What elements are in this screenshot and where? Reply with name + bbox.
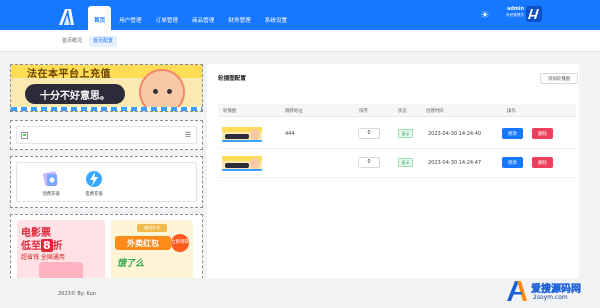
- broken-image-icon: [21, 132, 28, 139]
- row-created: 2023-04-30 14:24:47: [428, 160, 482, 166]
- avatar[interactable]: [526, 6, 542, 22]
- col-status: 状态: [398, 109, 407, 114]
- ticket-graphic: [39, 262, 83, 278]
- banner-line1: 法在本平台上充值: [27, 69, 111, 80]
- table-row: 444 0 显示 2023-04-30 14:24:40 修改 删除: [218, 120, 576, 149]
- takeout-badge[interactable]: 立即领取: [171, 234, 189, 252]
- takeout-chip: 美团外卖: [137, 224, 167, 232]
- movie-prefix: 低至: [21, 241, 41, 252]
- table-header: 轮播图 跳转地址 排序 状态 创建时间 操作: [218, 104, 576, 117]
- electricity-recharge-label: 电费充值: [85, 192, 103, 197]
- preview-banner[interactable]: 法在本平台上充值 十分不好意思。: [10, 64, 203, 112]
- carousel-thumbnail[interactable]: [222, 127, 262, 142]
- phone-recharge-label: 话费充值: [42, 192, 60, 197]
- sun-icon[interactable]: ☀: [479, 9, 491, 21]
- preview-quick-entries[interactable]: 话费充值 电费充值: [10, 156, 203, 208]
- user-info[interactable]: admin 系统管理员: [498, 7, 524, 18]
- home-preview: 法在本平台上充值 十分不好意思。 ☰ 话费充值 电费充值 电影票 低至 8 折 …: [10, 64, 203, 278]
- takeout-subtitle: 饿了么: [117, 259, 145, 269]
- footer-copyright: 2023© By: Kun: [58, 291, 96, 297]
- menu-icon[interactable]: ☰: [185, 131, 191, 139]
- edit-button[interactable]: 修改: [502, 128, 523, 139]
- main-nav: 首页 用户管理 订单管理 商品管理 财务管理 系统设置: [88, 0, 295, 34]
- watermark-line1: 爱搜源码网: [531, 284, 581, 295]
- banner-line2: 十分不好意思。: [25, 84, 125, 104]
- col-link: 跳转地址: [285, 109, 303, 114]
- tab-home-overview[interactable]: 首页概况: [58, 36, 86, 47]
- preview-ad-block[interactable]: 电影票 低至 8 折 超省钱 全国通用 美团外卖 外卖红包 立即领取 饿了么: [10, 214, 203, 278]
- col-actions: 操作: [507, 109, 516, 114]
- banner-stripe: [11, 107, 202, 111]
- sub-tabs-bar: 首页概况 首页配置: [0, 30, 600, 52]
- tab-home-config[interactable]: 首页配置: [89, 36, 118, 47]
- status-badge: 显示: [398, 129, 413, 138]
- watermark-line2: 2soym.com: [533, 294, 568, 301]
- carousel-config-panel: 轮播图配置 添加轮播图 轮播图 跳转地址 排序 状态 创建时间 操作 444 0…: [207, 64, 579, 278]
- phone-recharge-icon[interactable]: [41, 169, 61, 189]
- add-carousel-button[interactable]: 添加轮播图: [540, 73, 578, 84]
- takeout-title: 外卖红包: [115, 236, 171, 250]
- row-created: 2023-04-30 14:24:40: [428, 131, 482, 137]
- status-badge: 显示: [398, 158, 413, 167]
- ad-takeout-coupon[interactable]: 美团外卖 外卖红包 立即领取 饿了么: [111, 220, 193, 278]
- sort-input[interactable]: 0: [358, 157, 380, 168]
- col-sort: 排序: [359, 109, 368, 114]
- quick-entries-inner: 话费充值 电费充值: [16, 162, 197, 202]
- electricity-recharge-icon[interactable]: [84, 169, 104, 189]
- delete-button[interactable]: 删除: [532, 128, 553, 139]
- edit-button[interactable]: 修改: [502, 157, 523, 168]
- movie-discount: 8: [41, 239, 53, 252]
- ad-movie-ticket[interactable]: 电影票 低至 8 折 超省钱 全国通用: [17, 220, 105, 278]
- preview-notice-block[interactable]: ☰: [10, 120, 203, 150]
- watermark: 爱搜源码网 2soym.com: [505, 276, 600, 308]
- banner-character: [139, 69, 185, 111]
- movie-suffix: 折: [52, 241, 63, 252]
- table-row: 0 显示 2023-04-30 14:24:47 修改 删除: [218, 149, 576, 178]
- user-role: 系统管理员: [506, 13, 524, 18]
- movie-line2: 低至 8 折: [21, 237, 63, 252]
- sort-input[interactable]: 0: [358, 128, 380, 139]
- delete-button[interactable]: 删除: [532, 157, 553, 168]
- notice-inner: ☰: [16, 126, 197, 144]
- movie-line3: 超省钱 全国通用: [21, 254, 65, 261]
- watermark-logo: [505, 279, 529, 303]
- carousel-thumbnail[interactable]: [222, 156, 262, 171]
- app-logo[interactable]: [56, 7, 76, 27]
- col-image: 轮播图: [223, 109, 237, 114]
- row-link: 444: [285, 131, 295, 137]
- top-navbar: 首页 用户管理 订单管理 商品管理 财务管理 系统设置 ☀ admin 系统管理…: [0, 0, 600, 34]
- col-created: 创建时间: [426, 109, 444, 114]
- panel-title: 轮播图配置: [218, 76, 246, 82]
